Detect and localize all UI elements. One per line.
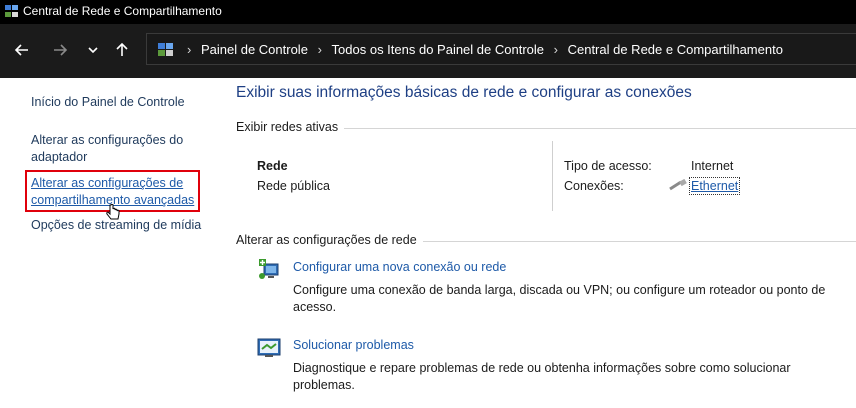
breadcrumb-separator-icon[interactable]: ›	[554, 42, 558, 57]
sidebar-item-alterar-adaptador[interactable]: Alterar as configurações do adaptador	[31, 132, 183, 166]
breadcrumb-todos-os-itens[interactable]: Todos os Itens do Painel de Controle	[332, 42, 544, 57]
ethernet-icon	[669, 179, 687, 191]
page-title: Exibir suas informações básicas de rede …	[236, 84, 692, 101]
breadcrumb-separator-icon[interactable]: ›	[318, 42, 322, 57]
sidebar-item-inicio-painel[interactable]: Início do Painel de Controle	[31, 94, 185, 111]
network-type: Rede pública	[257, 179, 330, 193]
window-title: Central de Rede e Compartilhamento	[23, 4, 222, 18]
active-networks-heading: Exibir redes ativas	[236, 120, 345, 134]
network-name: Rede	[257, 159, 288, 173]
address-bar[interactable]: › Painel de Controle › Todos os Itens do…	[146, 33, 856, 65]
title-bar: Central de Rede e Compartilhamento	[0, 0, 856, 24]
network-center-icon	[5, 5, 18, 17]
navigation-bar: › Painel de Controle › Todos os Itens do…	[0, 24, 856, 78]
access-type-value: Internet	[691, 159, 734, 173]
ethernet-link[interactable]: Ethernet	[688, 177, 741, 195]
up-button[interactable]	[111, 39, 133, 61]
connections-label: Conexões:	[564, 179, 624, 193]
task-troubleshoot-description: Diagnostique e repare problemas de rede …	[293, 361, 791, 392]
task-troubleshoot-link[interactable]: Solucionar problemas	[293, 338, 414, 352]
access-type-label: Tipo de acesso:	[564, 159, 652, 173]
task-new-connection-link[interactable]: Configurar uma nova conexão ou rede	[293, 260, 506, 274]
task-new-connection-description: Configure uma conexão de banda larga, di…	[293, 283, 826, 314]
divider	[552, 141, 553, 211]
change-settings-heading: Alterar as configurações de rede	[236, 233, 423, 247]
breadcrumb-central-de-rede[interactable]: Central de Rede e Compartilhamento	[568, 42, 783, 57]
breadcrumb: › Painel de Controle › Todos os Itens do…	[181, 42, 783, 57]
troubleshoot-icon	[257, 338, 281, 357]
new-connection-icon	[259, 259, 279, 279]
arrow-left-icon	[14, 44, 28, 56]
back-button[interactable]	[11, 39, 33, 61]
hand-cursor-icon	[106, 204, 120, 220]
arrow-right-icon	[54, 44, 68, 56]
recent-locations-button[interactable]	[82, 39, 104, 61]
chevron-down-icon	[88, 47, 98, 54]
sidebar-item-label: Alterar as configurações do	[31, 133, 184, 147]
breadcrumb-painel-de-controle[interactable]: Painel de Controle	[201, 42, 308, 57]
forward-button[interactable]	[49, 39, 71, 61]
sidebar-item-label: adaptador	[31, 150, 88, 164]
arrow-up-icon	[116, 42, 128, 56]
breadcrumb-separator-icon: ›	[187, 42, 192, 57]
control-panel-icon	[158, 43, 173, 56]
